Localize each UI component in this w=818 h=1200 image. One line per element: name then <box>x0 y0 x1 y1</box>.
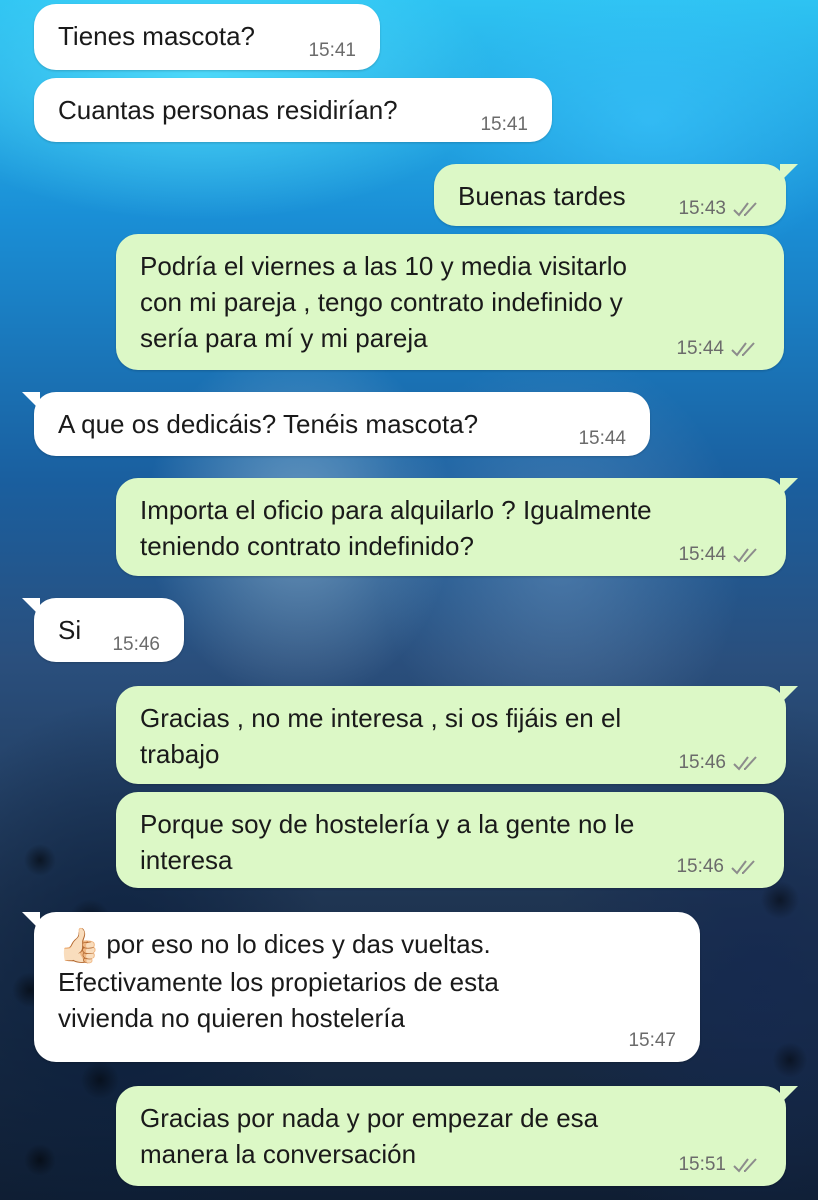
thumbs-up-icon: 👍🏻 <box>58 927 101 965</box>
message-line: trabajo <box>140 739 220 769</box>
message-time: 15:44 <box>676 338 724 359</box>
message-line: interesa <box>140 845 233 875</box>
incoming-message[interactable]: Cuantas personas residirían? 15:41 <box>34 78 552 142</box>
message-text: Cuantas personas residirían? <box>58 95 398 125</box>
message-line: Podría el viernes a las 10 y media visit… <box>140 251 628 281</box>
message-meta: 15:46 <box>676 856 760 878</box>
double-check-icon <box>731 860 755 875</box>
incoming-message[interactable]: 👍🏻 por eso no lo dices y das vueltas. Efe… <box>22 912 700 1062</box>
message-meta: 15:46 <box>678 752 762 774</box>
double-check-icon <box>733 1158 757 1173</box>
message-time: 15:43 <box>678 198 726 219</box>
message-meta: 15:44 <box>676 338 760 360</box>
message-meta: 15:43 <box>678 198 762 220</box>
outgoing-message[interactable]: Gracias , no me interesa , si os fijáis … <box>116 686 798 784</box>
outgoing-message[interactable]: Importa el oficio para alquilarlo ? Igua… <box>116 478 798 576</box>
message-time: 15:44 <box>578 428 626 449</box>
incoming-message[interactable]: A que os dedicáis? Tenéis mascota? 15:44 <box>22 392 650 456</box>
message-time: 15:46 <box>676 856 724 877</box>
message-time: 15:44 <box>678 544 726 565</box>
message-meta: 15:41 <box>480 114 528 136</box>
message-line: Gracias por nada y por empezar de esa <box>140 1103 599 1133</box>
message-meta: 15:41 <box>308 40 356 62</box>
incoming-message[interactable]: Tienes mascota? 15:41 <box>34 4 380 70</box>
message-meta: 15:46 <box>112 634 160 656</box>
message-line: Gracias , no me interesa , si os fijáis … <box>140 703 622 733</box>
message-line: teniendo contrato indefinido? <box>140 531 474 561</box>
message-line: sería para mí y mi pareja <box>140 323 428 353</box>
outgoing-message[interactable]: Gracias por nada y por empezar de esa ma… <box>116 1086 798 1186</box>
message-line: Porque soy de hostelería y a la gente no… <box>140 809 635 839</box>
message-line: vivienda no quieren hostelería <box>58 1003 405 1033</box>
message-line: Importa el oficio para alquilarlo ? Igua… <box>140 495 652 525</box>
double-check-icon <box>733 202 757 217</box>
message-time: 15:46 <box>678 752 726 773</box>
outgoing-message[interactable]: Porque soy de hostelería y a la gente no… <box>116 792 784 888</box>
message-time: 15:47 <box>628 1030 676 1051</box>
message-time: 15:46 <box>112 634 160 655</box>
message-meta: 15:51 <box>678 1154 762 1176</box>
message-line-text: por eso no lo dices y das vueltas. <box>106 929 491 959</box>
double-check-icon <box>731 342 755 357</box>
double-check-icon <box>733 756 757 771</box>
message-meta: 15:44 <box>678 544 762 566</box>
message-time: 15:41 <box>480 114 528 135</box>
message-line: 👍🏻 por eso no lo dices y das vueltas. <box>58 926 676 964</box>
message-meta: 15:47 <box>628 1030 676 1052</box>
message-line: manera la conversación <box>140 1139 417 1169</box>
message-meta: 15:44 <box>578 428 626 450</box>
message-time: 15:51 <box>678 1154 726 1175</box>
message-time: 15:41 <box>308 40 356 61</box>
outgoing-message[interactable]: Podría el viernes a las 10 y media visit… <box>116 234 784 370</box>
outgoing-message[interactable]: Buenas tardes 15:43 <box>434 164 798 226</box>
message-line: con mi pareja , tengo contrato indefinid… <box>140 287 623 317</box>
incoming-message[interactable]: Si 15:46 <box>22 598 184 662</box>
message-line: Efectivamente los propietarios de esta <box>58 967 499 997</box>
message-text: A que os dedicáis? Tenéis mascota? <box>58 409 479 439</box>
double-check-icon <box>733 548 757 563</box>
